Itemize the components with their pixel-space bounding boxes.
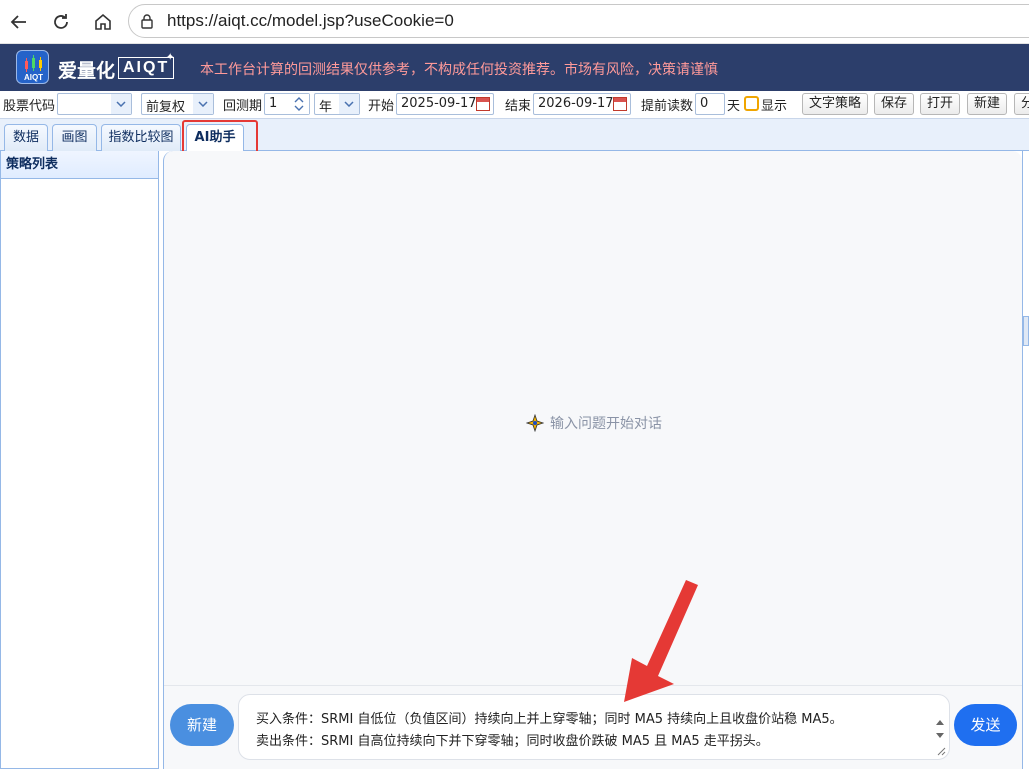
preread-label: 提前读数	[641, 99, 694, 114]
reload-button[interactable]	[46, 7, 76, 37]
back-arrow-icon	[10, 15, 26, 29]
show-label: 显示	[761, 99, 788, 114]
preread-unit: 天	[727, 99, 741, 114]
period-label: 回测期	[223, 99, 263, 114]
spinner-arrows-icon[interactable]	[289, 94, 309, 114]
sparkle-icon	[526, 414, 544, 432]
params-toolbar: 股票代码 前复权 回测期 1 年 开始 2025-09-17 结束 2026-0…	[0, 91, 1029, 119]
reload-icon	[54, 14, 68, 29]
address-bar[interactable]: https://aiqt.cc/model.jsp?useCookie=0	[128, 4, 1029, 38]
save-button[interactable]: 保存	[874, 93, 915, 115]
strategy-list-panel: 策略列表	[0, 151, 159, 769]
stock-code-select[interactable]	[57, 93, 132, 115]
sparkle-icon: ✦	[166, 52, 175, 63]
site-info-icon[interactable]	[139, 13, 155, 29]
right-collapsed-panel	[1022, 151, 1029, 769]
period-unit-value: 年	[319, 100, 333, 115]
expand-handle[interactable]	[1023, 316, 1029, 346]
home-icon	[95, 13, 111, 30]
strategy-list-title: 策略列表	[1, 151, 158, 179]
tab-index-compare[interactable]: 指数比较图	[101, 124, 181, 151]
show-checkbox[interactable]	[744, 96, 759, 111]
url-text[interactable]: https://aiqt.cc/model.jsp?useCookie=0	[167, 11, 454, 31]
new-strategy-button[interactable]: 新建	[967, 93, 1008, 115]
period-value: 1	[269, 96, 278, 111]
brand-name: 爱量化	[58, 60, 116, 82]
end-date-input[interactable]: 2026-09-17	[533, 93, 631, 115]
end-label: 结束	[505, 99, 532, 114]
chevron-down-icon[interactable]	[339, 94, 359, 114]
chat-input-line-1[interactable]: 买入条件：SRMI 自低位（负值区间）持续向上并上穿零轴；同时 MA5 持续向上…	[256, 708, 843, 727]
more-button[interactable]: 分	[1014, 93, 1029, 115]
chat-panel: 输入问题开始对话 新建 买入条件：SRMI 自低位（负值区间）持续向上并上穿零轴…	[163, 151, 1023, 769]
app-header: AIQT 爱量化 AIQT ✦ 本工作台计算的回测结果仅供参考，不构成任何投资推…	[0, 44, 1029, 91]
chat-input[interactable]: 买入条件：SRMI 自低位（负值区间）持续向上并上穿零轴；同时 MA5 持续向上…	[238, 694, 950, 760]
back-button[interactable]	[4, 7, 34, 37]
tab-ai-assistant[interactable]: AI助手	[186, 124, 244, 152]
chat-input-line-2[interactable]: 卖出条件：SRMI 自高位持续向下并下穿零轴；同时收盘价跌破 MA5 且 MA5…	[256, 730, 769, 749]
scroll-down-icon[interactable]	[935, 732, 945, 740]
chat-composer: 新建 买入条件：SRMI 自低位（负值区间）持续向上并上穿零轴；同时 MA5 持…	[164, 685, 1023, 769]
logo: AIQT	[16, 50, 49, 84]
disclaimer-text: 本工作台计算的回测结果仅供参考，不构成任何投资推荐。市场有风险，决策请谨慎	[200, 62, 718, 78]
calendar-icon[interactable]	[476, 97, 490, 111]
new-chat-button[interactable]: 新建	[170, 704, 234, 746]
tab-bar: 数据 画图 指数比较图 AI助手	[0, 119, 1029, 152]
start-date-input[interactable]: 2025-09-17	[396, 93, 494, 115]
resize-grip-icon[interactable]	[936, 746, 946, 756]
start-label: 开始	[368, 99, 395, 114]
chevron-down-icon[interactable]	[111, 94, 131, 114]
start-date-value: 2025-09-17	[401, 96, 477, 111]
adjust-value: 前复权	[146, 100, 186, 115]
tab-data[interactable]: 数据	[4, 124, 48, 151]
preread-input[interactable]: 0	[695, 93, 725, 115]
home-button[interactable]	[88, 7, 118, 37]
send-button[interactable]: 发送	[954, 704, 1017, 746]
chevron-down-icon[interactable]	[193, 94, 213, 114]
tab-draw[interactable]: 画图	[52, 124, 97, 151]
browser-toolbar: https://aiqt.cc/model.jsp?useCookie=0	[0, 0, 1029, 44]
end-date-value: 2026-09-17	[538, 96, 614, 111]
preread-value: 0	[700, 96, 709, 111]
stock-code-label: 股票代码	[3, 99, 56, 114]
text-strategy-button[interactable]: 文字策略	[802, 93, 869, 115]
empty-hint-text: 输入问题开始对话	[550, 416, 662, 432]
logo-caption: AIQT	[23, 73, 44, 82]
period-spinner[interactable]: 1	[264, 93, 310, 115]
period-unit-select[interactable]: 年	[314, 93, 360, 115]
calendar-icon[interactable]	[613, 97, 627, 111]
open-button[interactable]: 打开	[920, 93, 961, 115]
empty-state: 输入问题开始对话	[526, 413, 662, 433]
adjust-select[interactable]: 前复权	[141, 93, 214, 115]
scroll-up-icon[interactable]	[935, 718, 945, 726]
